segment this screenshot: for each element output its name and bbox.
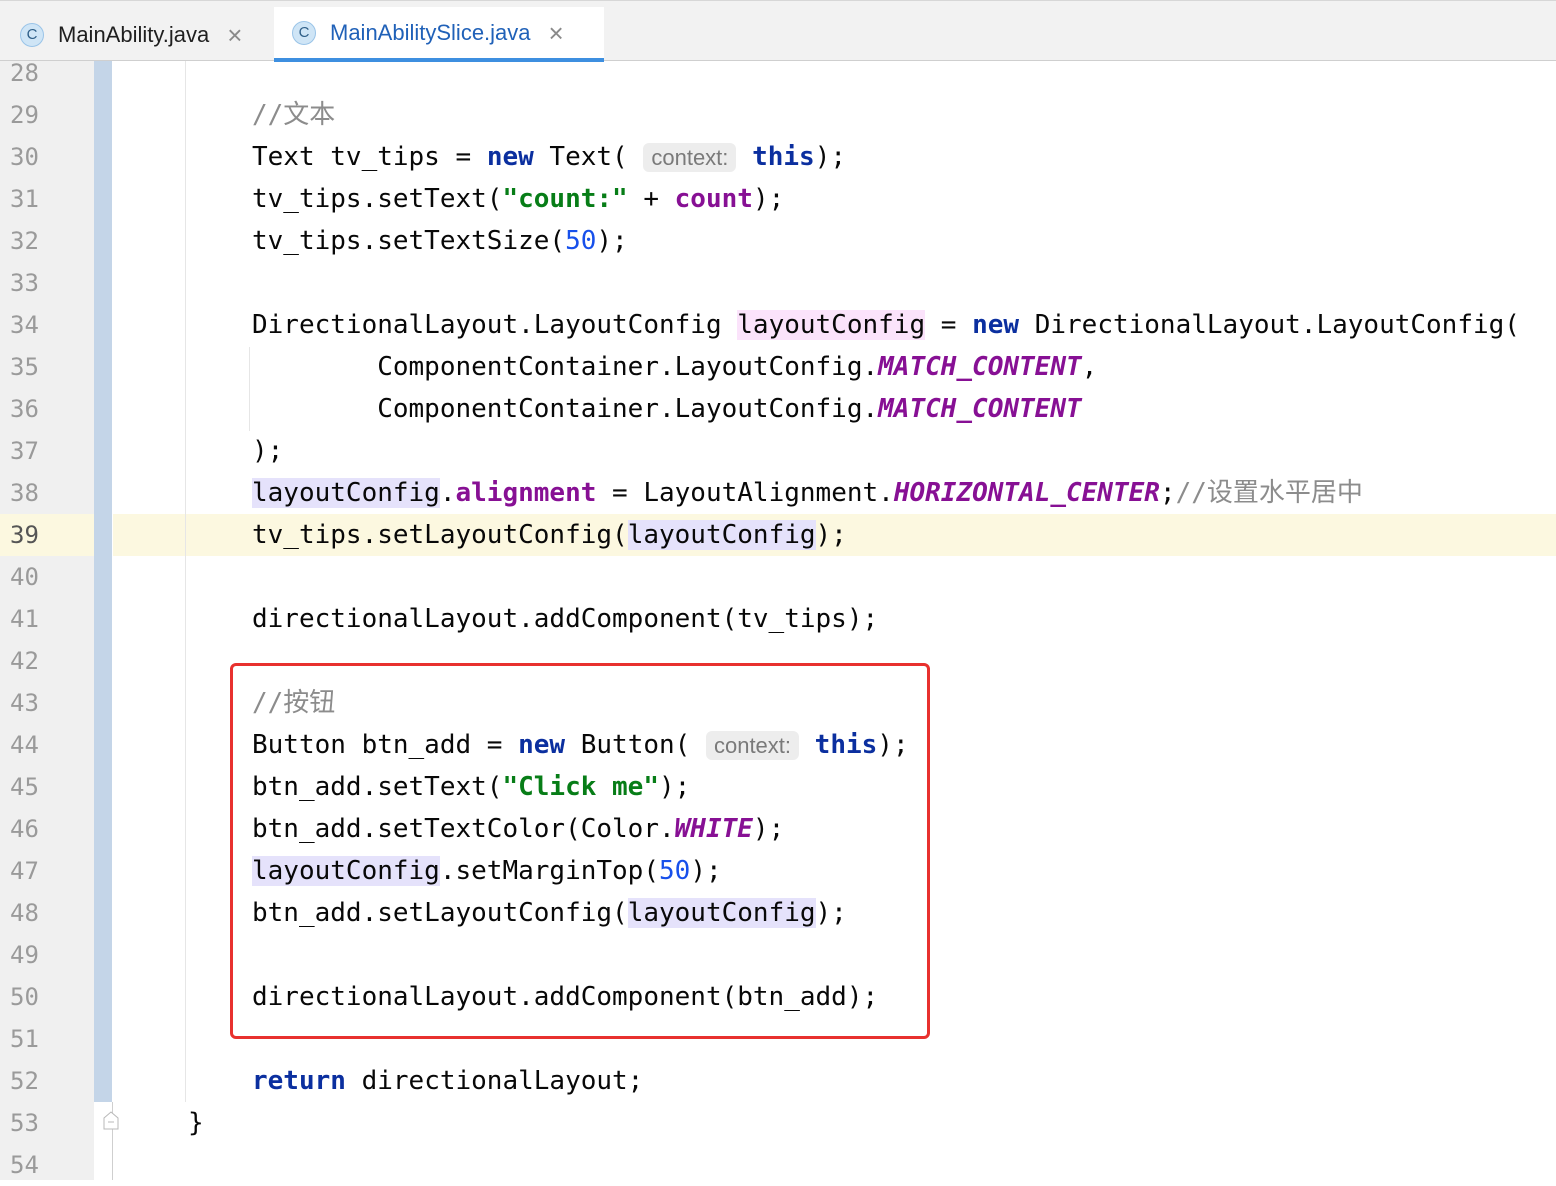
line-number: 47 — [10, 857, 39, 885]
line-number: 35 — [10, 353, 39, 381]
line-number: 51 — [10, 1025, 39, 1053]
tab-label: MainAbility.java — [58, 21, 210, 47]
line-number: 31 — [10, 185, 39, 213]
line-number: 33 — [10, 269, 39, 297]
tab-label: MainAbilitySlice.java — [330, 19, 531, 45]
line-number: 29 — [10, 101, 39, 129]
code-line-30[interactable]: Text tv_tips = new Text( context: this); — [252, 136, 846, 178]
line-number: 45 — [10, 773, 39, 801]
line-number: 44 — [10, 731, 39, 759]
code-line-36[interactable]: ComponentContainer.LayoutConfig.MATCH_CO… — [252, 388, 1081, 430]
code-line-37[interactable]: ); — [252, 430, 283, 472]
close-icon[interactable]: × — [549, 20, 564, 46]
highlight-box — [230, 663, 930, 1039]
code-line-34[interactable]: DirectionalLayout.LayoutConfig layoutCon… — [252, 304, 1520, 346]
tab-mainabilityslice-java[interactable]: C MainAbilitySlice.java × — [274, 7, 604, 62]
line-number: 53 — [10, 1109, 39, 1137]
code-line-41[interactable]: directionalLayout.addComponent(tv_tips); — [252, 598, 878, 640]
code-line-53[interactable]: } — [188, 1102, 204, 1144]
line-number: 30 — [10, 143, 39, 171]
line-number: 42 — [10, 647, 39, 675]
close-icon[interactable]: × — [227, 22, 242, 48]
editor-tab-bar: C MainAbility.java × C MainAbilitySlice.… — [0, 0, 1556, 62]
code-line-29[interactable]: //文本 — [252, 94, 335, 136]
vcs-change-marker[interactable] — [94, 61, 112, 1102]
line-number: 46 — [10, 815, 39, 843]
line-number: 43 — [10, 689, 39, 717]
line-number: 48 — [10, 899, 39, 927]
line-number: 37 — [10, 437, 39, 465]
line-number: 49 — [10, 941, 39, 969]
line-number: 34 — [10, 311, 39, 339]
line-number: 50 — [10, 983, 39, 1011]
code-line-31[interactable]: tv_tips.setText("count:" + count); — [252, 178, 784, 220]
code-line-38[interactable]: layoutConfig.alignment = LayoutAlignment… — [252, 472, 1363, 514]
code-line-52[interactable]: return directionalLayout; — [252, 1060, 643, 1102]
line-number: 28 — [10, 59, 39, 87]
indent-guide — [249, 347, 250, 431]
line-number-current: 39 — [10, 521, 39, 549]
fold-end-icon[interactable] — [103, 1110, 119, 1130]
parameter-hint: context: — [643, 143, 737, 172]
code-line-39[interactable]: tv_tips.setLayoutConfig(layoutConfig); — [252, 514, 847, 556]
line-number: 52 — [10, 1067, 39, 1095]
code-line-32[interactable]: tv_tips.setTextSize(50); — [252, 220, 628, 262]
code-line-35[interactable]: ComponentContainer.LayoutConfig.MATCH_CO… — [252, 346, 1097, 388]
line-number: 36 — [10, 395, 39, 423]
line-number: 41 — [10, 605, 39, 633]
java-class-icon: C — [20, 22, 44, 47]
line-number-gutter: 28 29 30 31 32 33 34 35 36 37 38 39 40 4… — [0, 59, 94, 1180]
line-number: 38 — [10, 479, 39, 507]
java-class-icon: C — [292, 20, 316, 45]
line-number: 32 — [10, 227, 39, 255]
line-number: 40 — [10, 563, 39, 591]
indent-guide — [185, 61, 186, 1102]
